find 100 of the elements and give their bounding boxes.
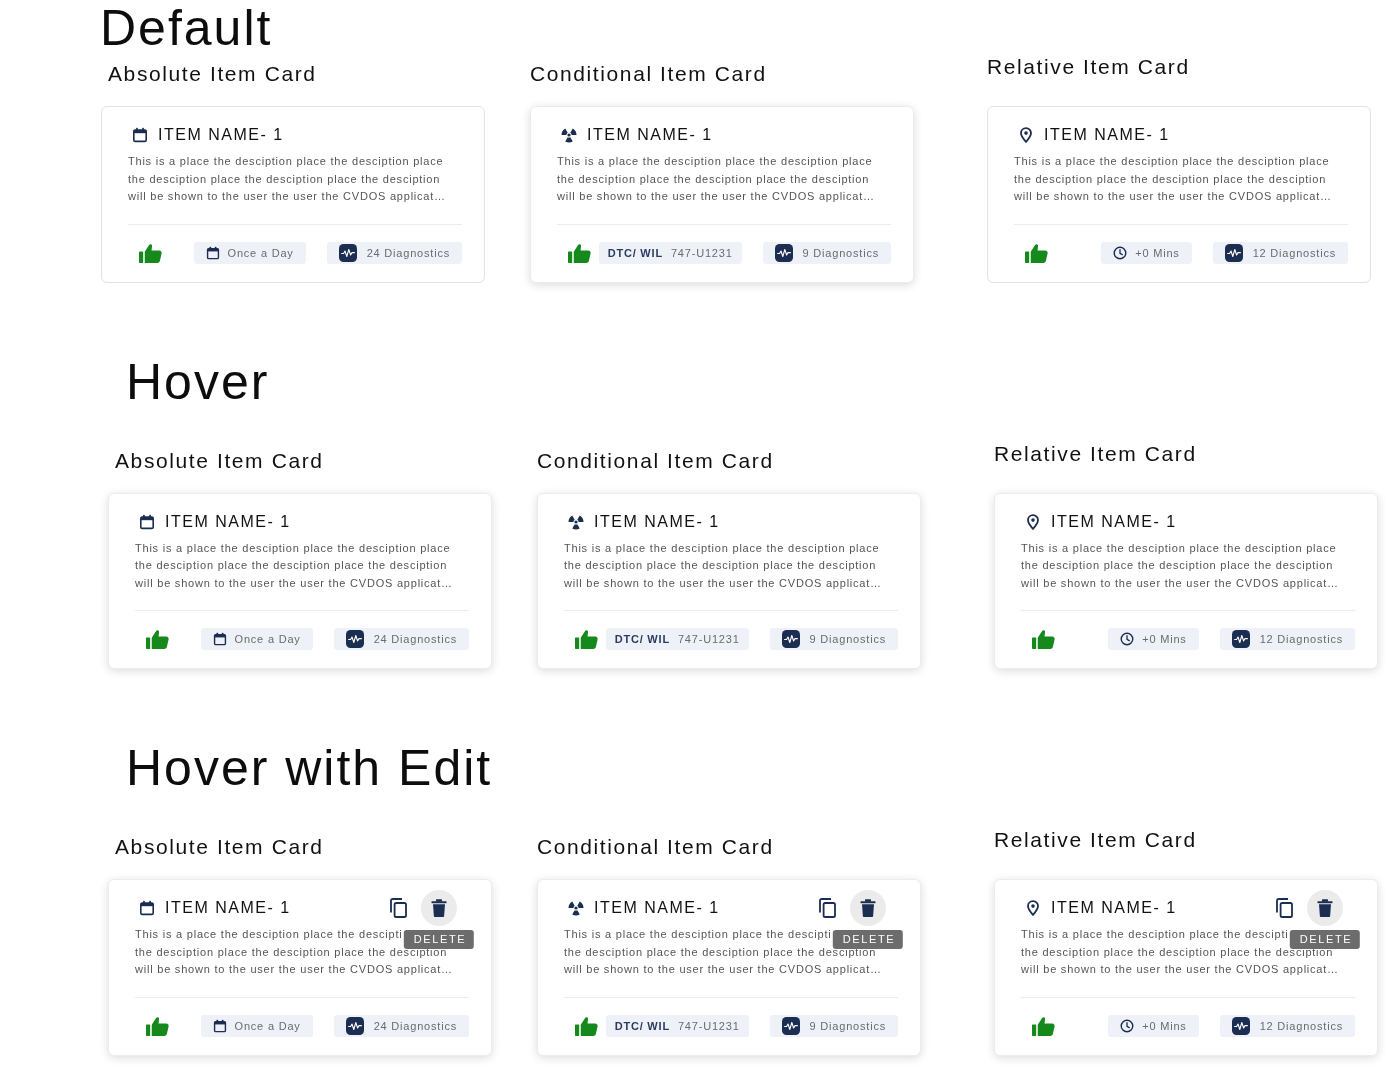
copy-icon[interactable]	[389, 898, 407, 918]
section-heading: Hover	[126, 353, 270, 410]
delete-button[interactable]	[1307, 890, 1343, 926]
thumbs-up-icon[interactable]	[575, 629, 598, 649]
item-description: This is a place the desciption place the descipti	[135, 927, 403, 942]
card-type-label: Absolute Item Card	[115, 448, 324, 473]
tag-text: 24 Diagnostics	[373, 633, 457, 645]
item-description: This is a place the desciption place the desciption place the desciption place the desciption place the desciption will be shown to the user the user the CVDOS applicat…	[128, 154, 447, 204]
waveform-icon	[781, 1016, 800, 1035]
item-title: ITEM NAME- 1	[165, 898, 291, 918]
item-title: ITEM NAME- 1	[594, 898, 720, 918]
item-description: This is a place the desciption place the desciption place the desciption place the desciption place the desciption will be shown to the user the user the CVDOS applicat…	[557, 154, 876, 204]
waveform-icon	[338, 243, 357, 262]
item-title: ITEM NAME- 1	[165, 511, 291, 532]
item-card[interactable]	[987, 106, 1371, 283]
tag-text: 9 Diagnostics	[809, 1019, 886, 1032]
thumbs-up-icon[interactable]	[1032, 1015, 1055, 1036]
clock-icon	[1120, 632, 1135, 646]
thumbs-up-icon[interactable]	[139, 242, 162, 263]
item-description: This is a place the desciption place the desciption place the desciption place the desciption place the desciption will be shown to the user the user the CVDOS applicat…	[1014, 154, 1333, 204]
delete-button[interactable]	[421, 890, 457, 926]
trash-icon	[1317, 899, 1333, 917]
item-card[interactable]	[537, 879, 921, 1056]
trash-icon	[431, 899, 447, 917]
tag-text: Once a Day	[227, 246, 294, 259]
code-value: 747-U1231	[670, 246, 733, 259]
item-card[interactable]	[108, 492, 492, 669]
item-title: ITEM NAME- 1	[587, 125, 713, 145]
radiation-icon	[568, 900, 584, 916]
clock-icon	[1113, 245, 1128, 260]
card-type-label: Conditional Item Card	[530, 62, 767, 86]
calendar-icon	[205, 245, 220, 260]
calendar-icon	[132, 127, 148, 143]
location-pin-icon	[1025, 513, 1041, 530]
item-card[interactable]	[537, 492, 921, 669]
tag-text: 9 Diagnostics	[802, 246, 879, 259]
thumbs-up-icon[interactable]	[146, 629, 169, 649]
location-pin-icon	[1018, 127, 1034, 143]
code-label: DTC/ WIL	[614, 1019, 670, 1032]
tag-text: Once a Day	[234, 1019, 301, 1032]
calendar-icon	[212, 1018, 227, 1033]
item-description: This is a place the desciption place the desciption place the desciption place the desciption place the desciption will be shown to the user the user the CVDOS applicat…	[1021, 540, 1340, 591]
item-card[interactable]	[108, 879, 492, 1056]
item-description: This is a place the desciption place the descipti	[1021, 927, 1289, 942]
thumbs-up-icon[interactable]	[1032, 629, 1055, 649]
delete-tooltip: DELETE	[832, 930, 904, 949]
tag-text: +0 Mins	[1142, 633, 1187, 645]
item-card[interactable]	[994, 492, 1378, 669]
waveform-icon	[1224, 243, 1243, 262]
item-description: This is a place the desciption place the desciption place the desciption place the desciption place the desciption will be shown to the user the user the CVDOS applicat…	[564, 540, 883, 591]
code-value: 747-U1231	[677, 1019, 740, 1032]
section-heading: Default	[100, 0, 273, 56]
waveform-icon	[1231, 630, 1250, 648]
card-type-label: Conditional Item Card	[537, 835, 774, 859]
card-type-label: Relative Item Card	[994, 441, 1197, 466]
item-card[interactable]	[530, 106, 914, 283]
copy-icon[interactable]	[818, 898, 836, 918]
calendar-icon	[139, 513, 155, 530]
trash-icon	[860, 899, 876, 917]
thumbs-up-icon[interactable]	[575, 1015, 598, 1036]
item-card[interactable]	[994, 879, 1378, 1056]
calendar-icon	[212, 632, 227, 646]
thumbs-up-icon[interactable]	[1025, 242, 1048, 263]
item-title: ITEM NAME- 1	[158, 125, 284, 145]
radiation-icon	[561, 127, 577, 143]
calendar-icon	[139, 900, 155, 916]
waveform-icon	[1231, 1016, 1250, 1035]
location-pin-icon	[1025, 900, 1041, 916]
radiation-icon	[568, 513, 584, 530]
tag-text: +0 Mins	[1142, 1019, 1187, 1032]
waveform-icon	[774, 243, 793, 262]
clock-icon	[1120, 1018, 1135, 1033]
waveform-icon	[345, 630, 364, 648]
delete-button[interactable]	[850, 890, 886, 926]
item-description: This is a place the desciption place the desciption place the desciption place the desciption place the desciption will be shown to the user the user the CVDOS applicat…	[135, 540, 454, 591]
item-card[interactable]	[101, 106, 485, 283]
waveform-icon	[345, 1016, 364, 1035]
tag-text: 9 Diagnostics	[809, 633, 886, 645]
card-type-label: Absolute Item Card	[108, 62, 317, 86]
item-title: ITEM NAME- 1	[594, 511, 720, 532]
thumbs-up-icon[interactable]	[146, 1015, 169, 1036]
delete-tooltip: DELETE	[403, 930, 475, 949]
item-title: ITEM NAME- 1	[1051, 898, 1177, 918]
code-value: 747-U1231	[677, 633, 740, 645]
copy-icon[interactable]	[1275, 898, 1293, 918]
item-title: ITEM NAME- 1	[1044, 125, 1170, 145]
tag-text: 24 Diagnostics	[366, 246, 450, 259]
tag-text: 12 Diagnostics	[1259, 1019, 1343, 1032]
section-heading: Hover with Edit	[126, 740, 493, 796]
item-title: ITEM NAME- 1	[1051, 511, 1177, 532]
card-type-label: Absolute Item Card	[115, 835, 324, 859]
waveform-icon	[781, 630, 800, 648]
code-label: DTC/ WIL	[607, 246, 663, 259]
code-label: DTC/ WIL	[614, 633, 670, 645]
tag-text: 12 Diagnostics	[1259, 633, 1343, 645]
card-type-label: Relative Item Card	[987, 55, 1190, 79]
tag-text: +0 Mins	[1135, 246, 1180, 259]
tag-text: Once a Day	[234, 633, 301, 645]
card-type-label: Relative Item Card	[994, 828, 1197, 852]
thumbs-up-icon[interactable]	[568, 242, 591, 263]
